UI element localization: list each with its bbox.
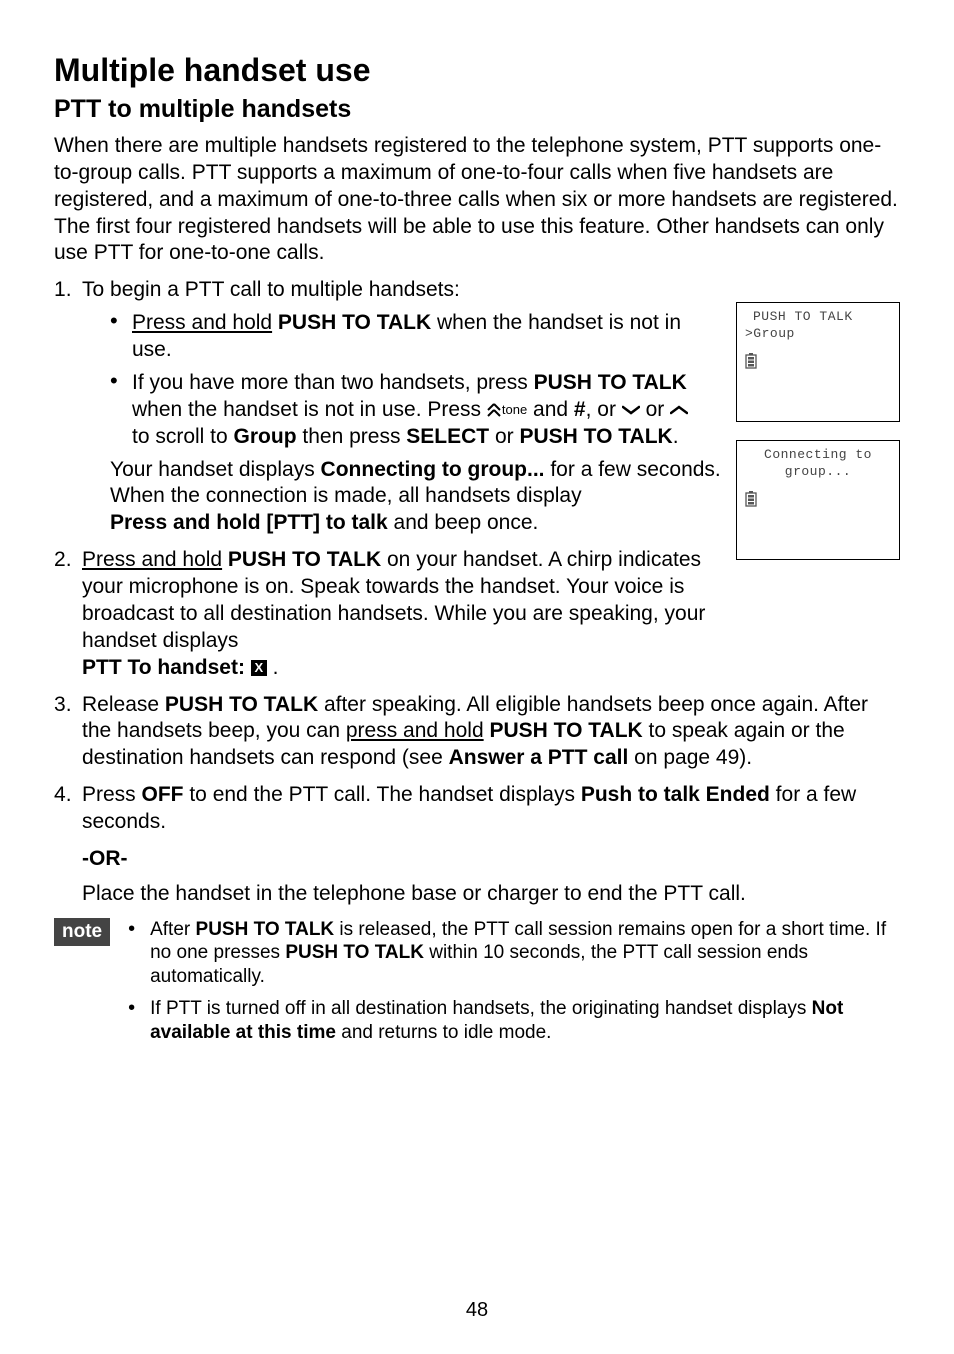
txt: then press	[297, 425, 407, 448]
chevron-up-icon	[670, 397, 688, 424]
hash-key: #	[574, 398, 586, 421]
txt: .	[267, 656, 279, 679]
ptt-ended-bold: Push to talk Ended	[581, 783, 770, 806]
step4-alt: Place the handset in the telephone base …	[54, 881, 900, 908]
screen1-line2: >Group	[745, 326, 891, 343]
step1-result: Your handset displays Connecting to grou…	[82, 457, 742, 538]
off-bold: OFF	[142, 783, 184, 806]
page-title: Multiple handset use	[54, 50, 900, 91]
screen1-line1: PUSH TO TALK	[745, 309, 891, 326]
or-separator: -OR-	[82, 846, 900, 873]
txt: , or	[586, 398, 622, 421]
txt: and returns to idle mode.	[336, 1022, 551, 1043]
txt: or	[489, 425, 519, 448]
answer-ptt-bold: Answer a PTT call	[449, 746, 629, 769]
select-bold: SELECT	[406, 425, 489, 448]
txt: on page 49).	[628, 746, 752, 769]
battery-icon	[745, 353, 891, 376]
handset-screen-2: Connecting to group...	[736, 440, 900, 560]
group-bold: Group	[234, 425, 297, 448]
section-subtitle: PTT to multiple handsets	[54, 93, 900, 125]
step-4: Press OFF to end the PTT call. The hands…	[54, 782, 900, 836]
step1-item-a: Press and hold PUSH TO TALK when the han…	[110, 310, 710, 364]
ptt-bold: PUSH TO TALK	[196, 919, 335, 940]
txt: After	[150, 919, 195, 940]
screen2-line1: Connecting to	[745, 447, 891, 464]
ptt-bold: PUSH TO TALK	[272, 311, 437, 334]
note-1: After PUSH TO TALK is released, the PTT …	[128, 918, 900, 989]
page-number: 48	[0, 1298, 954, 1324]
press-hold-ptt-bold: Press and hold [PTT] to talk	[110, 511, 388, 534]
ptt-bold: PUSH TO TALK	[165, 693, 318, 716]
txt: or	[640, 398, 670, 421]
txt: If you have more than two handsets, pres…	[132, 371, 534, 394]
chevron-down-icon	[622, 397, 640, 424]
txt: Release	[82, 693, 165, 716]
txt: and	[527, 398, 574, 421]
press-and-hold-text: Press and hold	[82, 548, 222, 571]
tone-key-icon: tone	[487, 402, 527, 419]
txt: to scroll to	[132, 425, 234, 448]
handset-screen-1: PUSH TO TALK >Group	[736, 302, 900, 422]
step-2: Press and hold PUSH TO TALK on your hand…	[54, 547, 900, 681]
connecting-bold: Connecting to group...	[321, 458, 545, 481]
x-placeholder-icon: X	[251, 660, 267, 676]
press-and-hold-text: press and hold	[346, 719, 484, 742]
txt: and beep once.	[388, 511, 539, 534]
step1-lead: To begin a PTT call to multiple handsets…	[82, 278, 460, 301]
txt: .	[673, 425, 679, 448]
step1-sublist: Press and hold PUSH TO TALK when the han…	[82, 310, 710, 450]
ptt-bold: PUSH TO TALK	[222, 548, 387, 571]
note-block: note After PUSH TO TALK is released, the…	[54, 918, 900, 1053]
note-2: If PTT is turned off in all destination …	[128, 997, 900, 1045]
notes-list: After PUSH TO TALK is released, the PTT …	[128, 918, 900, 1053]
txt: to end the PTT call. The handset display…	[184, 783, 581, 806]
ptt-bold: PUSH TO TALK	[519, 425, 672, 448]
step-3: Release PUSH TO TALK after speaking. All…	[54, 692, 900, 773]
ptt-bold: PUSH TO TALK	[534, 371, 687, 394]
intro-paragraph: When there are multiple handsets registe…	[54, 133, 900, 267]
note-badge: note	[54, 918, 110, 947]
step1-item-b: If you have more than two handsets, pres…	[110, 370, 710, 451]
press-and-hold-text: Press and hold	[132, 311, 272, 334]
battery-icon	[745, 491, 891, 514]
txt: Your handset displays	[110, 458, 321, 481]
ptt-bold: PUSH TO TALK	[484, 719, 649, 742]
ptt-bold: PUSH TO TALK	[285, 942, 424, 963]
ptt-to-handset-bold: PTT To handset:	[82, 656, 251, 679]
txt: when the handset is not in use. Press	[132, 398, 487, 421]
txt: Press	[82, 783, 142, 806]
txt: If PTT is turned off in all destination …	[150, 998, 812, 1019]
screen2-line2: group...	[745, 464, 891, 481]
